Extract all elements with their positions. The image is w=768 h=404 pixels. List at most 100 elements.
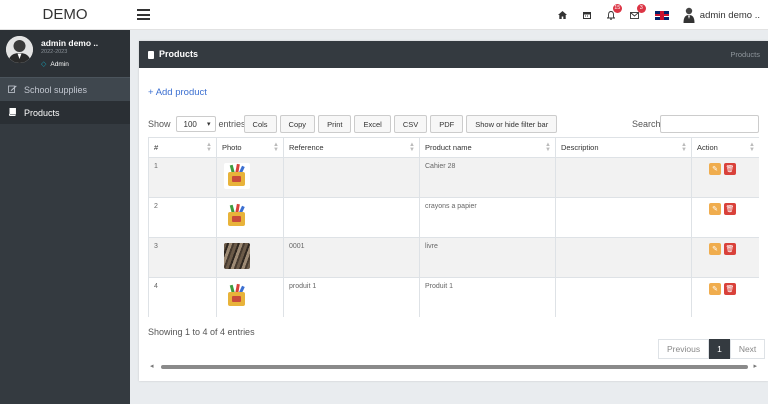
csv-button[interactable]: CSV xyxy=(393,115,428,133)
language-flag-uk-icon[interactable] xyxy=(647,0,677,30)
page-1-button[interactable]: 1 xyxy=(709,339,730,359)
trash-icon[interactable]: 🗑 xyxy=(724,283,736,295)
profile-school-year: 2022-2023 xyxy=(41,49,68,55)
notifications-bell-icon[interactable]: 15 xyxy=(599,0,623,30)
scrollbar-thumb[interactable] xyxy=(161,365,748,369)
breadcrumb[interactable]: Products xyxy=(730,41,760,68)
sort-icon: ▲ ▼ xyxy=(409,142,415,153)
cols-button[interactable]: Cols xyxy=(243,115,277,133)
user-profile-panel: admin demo .. 2022-2023 ◇ Admin xyxy=(0,30,130,78)
show-label: Show xyxy=(148,119,171,129)
cell-photo xyxy=(216,277,284,317)
cell-actions: ✎ 🗑 xyxy=(691,197,759,238)
search-input[interactable] xyxy=(660,115,759,133)
profile-name[interactable]: admin demo .. xyxy=(41,38,98,48)
profile-role-label: Admin xyxy=(50,60,69,68)
table-info: Showing 1 to 4 of 4 entries xyxy=(148,327,255,337)
page-title-label: Products xyxy=(159,49,199,59)
page-length-select[interactable]: 100 ▾ xyxy=(175,116,216,132)
edit-icon[interactable]: ✎ xyxy=(709,203,721,215)
column-header-number[interactable]: # ▲ ▼ xyxy=(148,137,217,158)
notifications-badge: 15 xyxy=(612,4,622,13)
top-navbar: DEMO 15 3 admin demo .. xyxy=(0,0,768,30)
cell-photo xyxy=(216,197,284,238)
next-page-button[interactable]: Next xyxy=(729,339,766,359)
cell-number: 3 xyxy=(148,237,217,278)
cell-product-name: Produit 1 xyxy=(419,277,556,317)
sidebar: admin demo .. 2022-2023 ◇ Admin School s… xyxy=(0,30,130,404)
sort-icon: ▲ ▼ xyxy=(273,142,279,153)
column-header-action[interactable]: Action ▲ ▼ xyxy=(691,137,759,158)
product-photo-school-kit[interactable] xyxy=(224,203,250,229)
cell-product-name: livre xyxy=(419,237,556,278)
cell-reference xyxy=(283,157,420,198)
trash-icon[interactable]: 🗑 xyxy=(724,203,736,215)
cell-description xyxy=(555,237,692,278)
edit-icon[interactable]: ✎ xyxy=(709,243,721,255)
product-photo-school-kit[interactable] xyxy=(224,283,250,309)
horizontal-scrollbar[interactable]: ◂ ▸ xyxy=(148,361,759,373)
edit-icon[interactable]: ✎ xyxy=(709,283,721,295)
cell-description xyxy=(555,157,692,198)
cell-product-name: Cahier 28 xyxy=(419,157,556,198)
column-header-description[interactable]: Description ▲ ▼ xyxy=(555,137,692,158)
column-header-photo[interactable]: Photo ▲ ▼ xyxy=(216,137,284,158)
plus-icon: + xyxy=(148,87,154,98)
sort-icon: ▲ ▼ xyxy=(206,142,212,153)
table-row: 4 produit 1 Produit 1 ✎ 🗑 xyxy=(148,277,759,317)
navbar-right: 15 3 admin demo .. xyxy=(551,0,768,30)
cell-reference xyxy=(283,197,420,238)
column-header-reference[interactable]: Reference ▲ ▼ xyxy=(283,137,420,158)
file-icon xyxy=(148,50,154,59)
cell-description xyxy=(555,277,692,317)
excel-button[interactable]: Excel xyxy=(354,115,391,133)
trash-icon[interactable]: 🗑 xyxy=(724,163,736,175)
pdf-button[interactable]: PDF xyxy=(430,115,464,133)
brand-logo[interactable]: DEMO xyxy=(0,0,130,30)
product-photo-school-kit[interactable] xyxy=(224,163,250,189)
messages-envelope-icon[interactable]: 3 xyxy=(623,0,647,30)
sidebar-item-products[interactable]: Products xyxy=(0,101,130,124)
cell-number: 4 xyxy=(148,277,217,317)
copy-button[interactable]: Copy xyxy=(279,115,316,133)
sidebar-item-label: Products xyxy=(24,107,60,118)
menu-toggle-icon[interactable] xyxy=(137,9,150,20)
products-card: Products Products + Add product Show 100… xyxy=(139,41,768,381)
sort-icon: ▲ ▼ xyxy=(545,142,551,153)
column-header-product-name[interactable]: Product name ▲ ▼ xyxy=(419,137,556,158)
user-menu[interactable]: admin demo .. xyxy=(677,0,768,30)
print-button[interactable]: Print xyxy=(318,115,352,133)
book-icon xyxy=(8,107,18,118)
cell-number: 1 xyxy=(148,157,217,198)
calendar-icon[interactable] xyxy=(575,0,599,30)
entries-label: entries xyxy=(218,119,246,129)
edit-icon[interactable]: ✎ xyxy=(709,163,721,175)
previous-page-button[interactable]: Previous xyxy=(658,339,710,359)
card-header: Products Products xyxy=(139,41,768,68)
table-row: 3 0001 livre ✎ 🗑 xyxy=(148,237,759,278)
cell-actions: ✎ 🗑 xyxy=(691,237,759,278)
cell-actions: ✎ 🗑 xyxy=(691,157,759,198)
edit-icon xyxy=(8,85,18,95)
pagination: Previous 1 Next xyxy=(658,339,766,359)
product-photo-books[interactable] xyxy=(224,243,250,269)
cell-description xyxy=(555,197,692,238)
add-product-link[interactable]: + Add product xyxy=(148,87,207,98)
messages-badge: 3 xyxy=(636,4,646,13)
cell-reference: 0001 xyxy=(283,237,420,278)
cell-photo xyxy=(216,157,284,198)
cell-number: 2 xyxy=(148,197,217,238)
table-row: 1 Cahier 28 ✎ 🗑 xyxy=(148,157,759,198)
profile-role: ◇ Admin xyxy=(41,60,69,69)
home-icon[interactable] xyxy=(551,0,575,30)
toggle-filter-bar-button[interactable]: Show or hide filter bar xyxy=(466,115,558,133)
page-title: Products xyxy=(148,41,198,68)
scroll-left-icon[interactable]: ◂ xyxy=(150,362,154,370)
trash-icon[interactable]: 🗑 xyxy=(724,243,736,255)
cell-product-name: crayons a papier xyxy=(419,197,556,238)
scroll-right-icon[interactable]: ▸ xyxy=(753,362,757,370)
avatar[interactable] xyxy=(6,36,33,63)
table-header-row: # ▲ ▼ Photo ▲ ▼ Reference ▲ ▼ Product name ▲ ▼ D… xyxy=(148,137,759,158)
sidebar-item-school-supplies[interactable]: School supplies xyxy=(0,78,130,101)
role-icon: ◇ xyxy=(41,61,47,68)
